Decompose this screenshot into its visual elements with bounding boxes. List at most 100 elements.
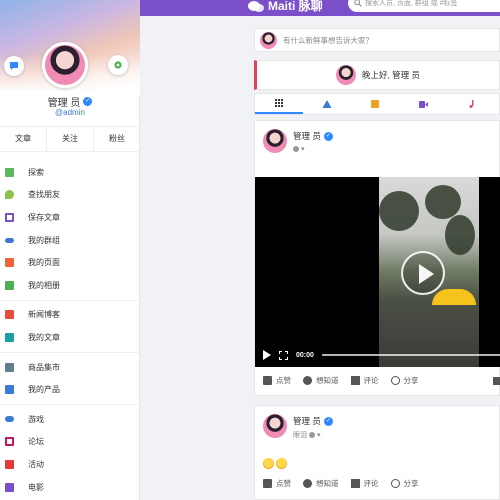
video-progress-bar[interactable]	[321, 354, 500, 356]
cart-icon	[5, 385, 14, 395]
message-button[interactable]	[4, 56, 24, 76]
crying-emoji-icon	[276, 458, 287, 469]
author-avatar[interactable]	[263, 414, 287, 438]
comment-button[interactable]: 评论	[350, 478, 379, 489]
author-avatar[interactable]	[263, 129, 287, 153]
profile-name[interactable]: 管理 员	[48, 94, 81, 109]
chevron-down-icon[interactable]: ▾	[301, 145, 305, 153]
post-feeling: 眼泪	[293, 432, 307, 439]
menu-divider	[0, 403, 140, 405]
profile-handle[interactable]: @admin	[0, 108, 140, 117]
tab-video[interactable]	[399, 94, 447, 114]
brand-logo[interactable]: Maiti 脉聊	[248, 0, 323, 14]
chat-icon	[10, 62, 18, 70]
globe-icon	[309, 432, 315, 438]
left-sidebar: 管理 员 ✓ @admin 文章 关注 粉丝 探索 查找朋友 保存文章 我的群组…	[0, 0, 140, 500]
thumbs-up-icon	[263, 479, 272, 488]
sidebar-item-my-articles[interactable]: 我的文章	[0, 326, 140, 349]
globe-icon	[293, 146, 299, 152]
post-content	[263, 458, 287, 469]
sidebar-item-events[interactable]: 活动	[0, 453, 140, 476]
text-icon	[323, 100, 331, 108]
book-icon	[5, 332, 14, 342]
music-icon	[469, 100, 473, 108]
post-author[interactable]: 管理 员	[293, 415, 321, 427]
tab-music[interactable]	[447, 94, 495, 114]
market-icon	[5, 362, 14, 372]
tab-image[interactable]	[351, 94, 399, 114]
film-icon	[5, 482, 14, 492]
sidebar-item-news-blog[interactable]: 新闻博客	[0, 304, 140, 327]
profile-avatar[interactable]	[42, 42, 88, 88]
forum-icon	[5, 437, 14, 447]
greeting-card: 晚上好, 管理 员	[254, 60, 500, 90]
sidebar-item-my-albums[interactable]: 我的相册	[0, 274, 140, 297]
info-icon	[303, 376, 312, 385]
album-icon	[5, 280, 14, 290]
user-avatar	[335, 65, 356, 85]
thumbs-up-icon	[263, 376, 272, 385]
gear-icon	[114, 61, 122, 69]
tab-followers[interactable]: 粉丝	[94, 127, 140, 151]
wonder-button[interactable]: 想知道	[303, 375, 339, 386]
video-time: 00:00	[296, 351, 314, 359]
feed-post: 管理 员 ✓ 眼泪 ▾ 点赞 想知道 评论 分享	[254, 405, 500, 500]
verified-icon: ✓	[83, 97, 93, 106]
blog-icon	[5, 310, 14, 320]
sidebar-item-movies[interactable]: 电影	[0, 476, 140, 499]
sidebar-item-marketplace[interactable]: 商品集市	[0, 356, 140, 379]
video-icon	[418, 100, 428, 108]
reaction-icon[interactable]	[493, 377, 500, 385]
flag-icon	[5, 258, 14, 268]
tab-articles[interactable]: 文章	[0, 127, 47, 151]
info-icon	[303, 479, 312, 488]
sidebar-item-saved-posts[interactable]: 保存文章	[0, 206, 140, 229]
sidebar-item-my-groups[interactable]: 我的群组	[0, 229, 140, 252]
top-navbar: Maiti 脉聊 搜索人员, 页面, 群组 或 #标签	[140, 0, 500, 16]
share-button[interactable]: 分享	[390, 478, 419, 489]
calendar-icon	[5, 459, 14, 469]
comment-icon	[350, 376, 360, 385]
wonder-button[interactable]: 想知道	[303, 478, 339, 489]
gamepad-icon	[5, 416, 14, 423]
post-actions: 点赞 想知道 评论 分享	[263, 375, 419, 386]
play-button[interactable]	[401, 251, 445, 295]
sidebar-item-my-pages[interactable]: 我的页面	[0, 251, 140, 274]
group-icon	[5, 237, 14, 243]
logo-icon	[248, 0, 264, 12]
post-composer[interactable]: 有什么新鲜事想告诉大家？	[254, 28, 500, 52]
sidebar-item-forum[interactable]: 论坛	[0, 431, 140, 454]
sidebar-item-find-friends[interactable]: 查找朋友	[0, 184, 140, 207]
video-player[interactable]: 00:00	[255, 177, 500, 367]
explore-icon	[5, 167, 14, 177]
sidebar-item-games[interactable]: 游戏	[0, 408, 140, 431]
profile-stats-tabs: 文章 关注 粉丝	[0, 126, 140, 152]
fullscreen-icon[interactable]	[279, 350, 288, 360]
search-icon	[354, 0, 362, 7]
comment-button[interactable]: 评论	[350, 375, 379, 386]
chevron-down-icon[interactable]: ▾	[317, 431, 321, 439]
grid-icon	[275, 99, 283, 107]
tab-following[interactable]: 关注	[47, 127, 94, 151]
like-button[interactable]: 点赞	[263, 375, 291, 386]
user-avatar	[260, 31, 277, 49]
sidebar-item-my-products[interactable]: 我的产品	[0, 378, 140, 401]
verified-icon: ✓	[323, 131, 333, 141]
composer-placeholder: 有什么新鲜事想告诉大家？	[283, 35, 373, 45]
sidebar-item-explore[interactable]: 探索	[0, 161, 140, 184]
menu-divider	[0, 351, 140, 353]
sidebar-menu: 探索 查找朋友 保存文章 我的群组 我的页面 我的相册 新闻博客 我的文章 商品…	[0, 161, 140, 498]
tab-all[interactable]	[255, 94, 303, 114]
bookmark-icon	[5, 212, 14, 222]
post-author[interactable]: 管理 员	[293, 130, 321, 142]
settings-button[interactable]	[108, 55, 128, 75]
like-button[interactable]: 点赞	[263, 478, 291, 489]
share-button[interactable]: 分享	[390, 375, 419, 386]
image-icon	[371, 100, 379, 108]
video-controls: 00:00	[255, 345, 500, 365]
location-icon	[5, 190, 14, 200]
search-input[interactable]: 搜索人员, 页面, 群组 或 #标签	[348, 0, 500, 12]
play-icon[interactable]	[263, 350, 271, 360]
share-icon	[390, 376, 400, 385]
tab-text[interactable]	[303, 94, 351, 114]
